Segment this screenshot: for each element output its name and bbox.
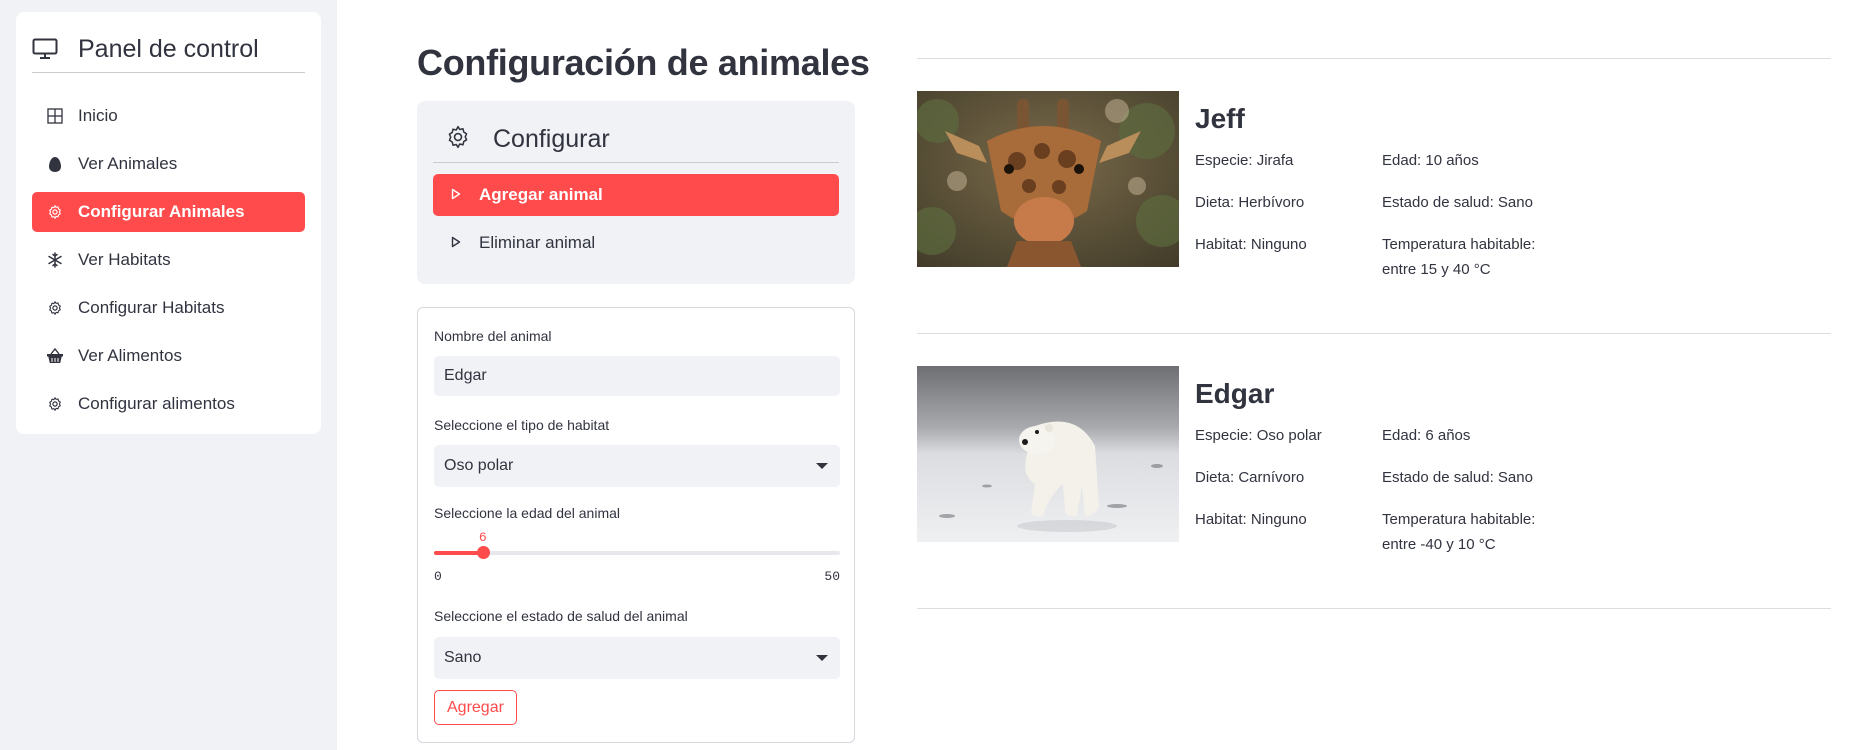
snowflake-icon (46, 251, 64, 269)
animal-habitat: Habitat: Ninguno (1195, 511, 1307, 528)
egg-icon (46, 155, 64, 173)
play-icon (451, 185, 461, 205)
sidebar-item-inicio[interactable]: Inicio (32, 96, 305, 136)
divider (917, 58, 1831, 59)
sidebar-menu: Inicio Ver Animales Configurar Animales … (32, 96, 305, 432)
gear-icon (46, 299, 64, 317)
name-label: Nombre del animal (434, 328, 552, 344)
sidebar-item-configurar-habitats[interactable]: Configurar Habitats (32, 288, 305, 328)
option-agregar-animal[interactable]: Agregar animal (433, 174, 839, 216)
option-eliminar-animal[interactable]: Eliminar animal (433, 222, 839, 264)
play-icon (451, 233, 461, 253)
sidebar-header: Panel de control (32, 30, 305, 73)
agregar-button[interactable]: Agregar (434, 690, 517, 725)
animal-edad: Edad: 6 años (1382, 427, 1471, 444)
temperatura-label: Temperatura habitable: (1382, 511, 1536, 528)
sidebar-item-configurar-alimentos[interactable]: Configurar alimentos (32, 384, 305, 424)
animal-name: Jeff (1195, 103, 1245, 134)
sidebar-item-label: Ver Alimentos (78, 346, 182, 365)
divider (917, 608, 1831, 609)
age-slider-max: 50 (824, 569, 840, 584)
animal-name-input[interactable] (434, 356, 840, 396)
age-slider-min: 0 (434, 569, 442, 584)
animal-edad: Edad: 10 años (1382, 152, 1479, 169)
animal-temperatura: Temperatura habitable: entre -40 y 10 °C (1382, 507, 1535, 557)
config-card-header: Configurar (433, 117, 839, 163)
sidebar-item-configurar-animales[interactable]: Configurar Animales (32, 192, 305, 232)
sidebar-item-label: Ver Habitats (78, 250, 171, 269)
habitat-select-value: Oso polar (444, 457, 514, 474)
sidebar-item-label: Inicio (78, 106, 118, 125)
animal-dieta: Dieta: Herbívoro (1195, 194, 1305, 211)
chevron-down-icon (816, 463, 828, 469)
gear-icon (46, 203, 64, 221)
temperatura-rango: entre 15 y 40 °C (1382, 261, 1491, 278)
sidebar-item-ver-habitats[interactable]: Ver Habitats (32, 240, 305, 280)
basket-icon (46, 347, 64, 365)
habitat-select[interactable]: Oso polar (434, 445, 840, 487)
sidebar-item-label: Configurar Habitats (78, 298, 225, 317)
sidebar-item-label: Configurar Animales (78, 202, 245, 221)
health-select-value: Sano (444, 649, 482, 666)
option-label: Agregar animal (479, 185, 603, 204)
sidebar-item-label: Configurar alimentos (78, 394, 235, 413)
animal-card-edgar: Edgar Especie: Oso polar Edad: 6 años Di… (917, 366, 1831, 553)
age-slider-fill (434, 551, 483, 555)
temperatura-rango: entre -40 y 10 °C (1382, 536, 1496, 553)
giraffe-image (917, 91, 1179, 267)
add-animal-form: Nombre del animal Seleccione el tipo de … (417, 307, 855, 743)
sidebar-title: Panel de control (78, 34, 259, 63)
config-card-title: Configurar (493, 125, 610, 153)
sidebar-menu-card: Panel de control Inicio Ver Animales Con… (16, 12, 321, 434)
animal-especie: Especie: Jirafa (1195, 152, 1294, 169)
divider (917, 333, 1831, 334)
age-slider-value: 6 (478, 530, 487, 545)
config-card: Configurar Agregar animal Eliminar anima… (417, 101, 855, 284)
age-label: Seleccione la edad del animal (434, 505, 621, 521)
animal-especie: Especie: Oso polar (1195, 427, 1322, 444)
animal-salud: Estado de salud: Sano (1382, 469, 1533, 486)
animal-card-jeff: Jeff Especie: Jirafa Edad: 10 años Dieta… (917, 91, 1831, 278)
health-label: Seleccione el estado de salud del animal (434, 608, 688, 624)
gear-icon (445, 124, 471, 155)
page-title: Configuración de animales (417, 42, 870, 83)
habitat-label: Seleccione el tipo de habitat (434, 417, 610, 433)
animal-name: Edgar (1195, 378, 1275, 409)
monitor-icon (32, 38, 58, 65)
age-slider[interactable] (434, 546, 840, 559)
health-select[interactable]: Sano (434, 637, 840, 679)
animal-salud: Estado de salud: Sano (1382, 194, 1533, 211)
chevron-down-icon (816, 655, 828, 661)
polar-bear-image (917, 366, 1179, 542)
sidebar-item-label: Ver Animales (78, 154, 178, 173)
animal-dieta: Dieta: Carnívoro (1195, 469, 1305, 486)
sidebar-item-ver-animales[interactable]: Ver Animales (32, 144, 305, 184)
animal-habitat: Habitat: Ninguno (1195, 236, 1307, 253)
option-label: Eliminar animal (479, 233, 596, 252)
sidebar: Panel de control Inicio Ver Animales Con… (0, 0, 337, 750)
animal-temperatura: Temperatura habitable: entre 15 y 40 °C (1382, 232, 1535, 282)
sidebar-item-ver-alimentos[interactable]: Ver Alimentos (32, 336, 305, 376)
temperatura-label: Temperatura habitable: (1382, 236, 1536, 253)
age-slider-thumb[interactable] (476, 546, 490, 559)
grid-icon (46, 107, 64, 125)
gear-icon (46, 395, 64, 413)
